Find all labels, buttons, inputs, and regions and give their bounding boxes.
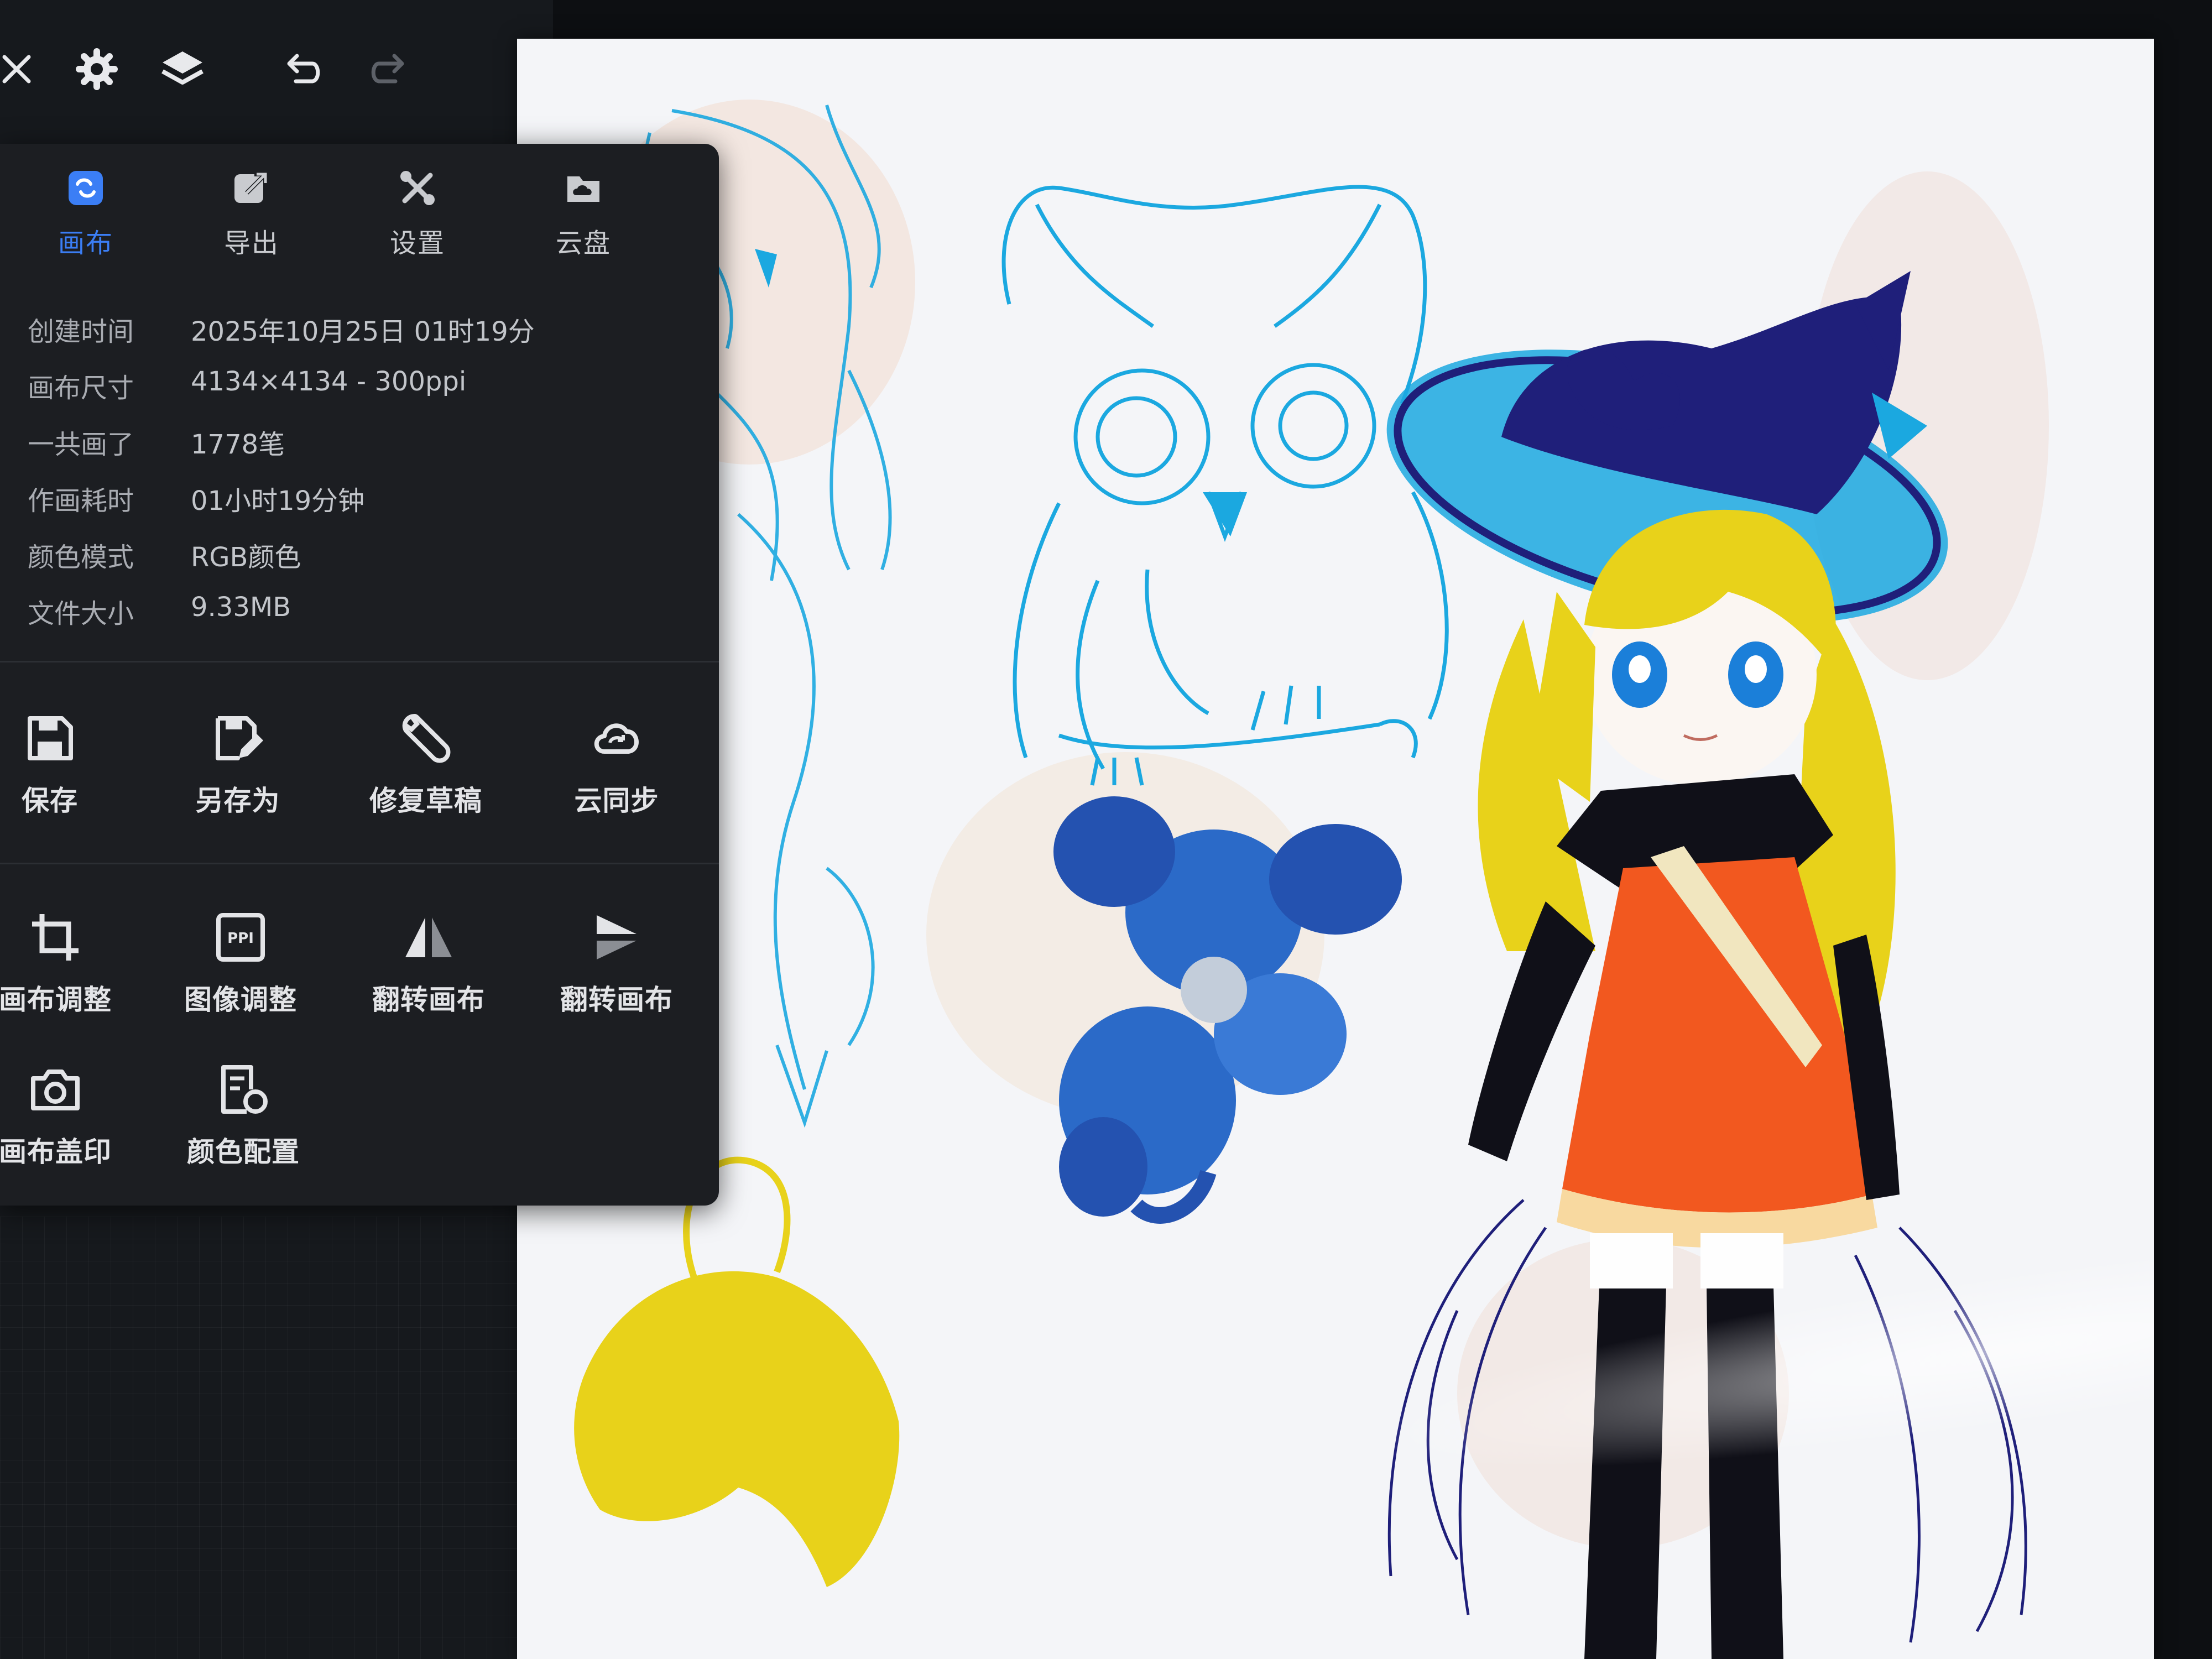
owl-sketch bbox=[1001, 185, 1449, 786]
info-value: RGB颜色 bbox=[191, 542, 301, 573]
info-value: 9.33MB bbox=[191, 592, 291, 623]
info-value: 2025年10月25日 01时19分 bbox=[191, 316, 535, 347]
action-label: 颜色配置 bbox=[187, 1136, 300, 1168]
gear-icon[interactable] bbox=[69, 41, 124, 97]
canvas-menu-panel: 画布 导出 设置 云盘 创建时间 2025年10月25日 01时19分 画布尺寸… bbox=[0, 144, 719, 1206]
info-value: 1778笔 bbox=[191, 429, 285, 460]
tab-label: 画布 bbox=[58, 228, 113, 259]
export-icon bbox=[229, 166, 274, 210]
info-key: 一共画了 bbox=[28, 429, 134, 460]
tab-canvas[interactable]: 画布 bbox=[19, 166, 152, 271]
camera-icon bbox=[25, 1059, 86, 1120]
drawing-canvas[interactable] bbox=[517, 39, 2154, 1659]
action-label: 画布调整 bbox=[0, 984, 112, 1016]
layers-icon[interactable] bbox=[155, 41, 210, 97]
canvas-icon bbox=[64, 166, 108, 210]
tab-export[interactable]: 导出 bbox=[185, 166, 318, 271]
info-row-canvas-size: 画布尺寸 4134×4134 - 300ppi bbox=[28, 366, 466, 410]
save-button[interactable]: 保存 bbox=[0, 708, 133, 830]
flip-canvas-vertical-button[interactable]: 翻转画布 bbox=[534, 907, 700, 1029]
divider bbox=[0, 661, 719, 662]
action-label: 保存 bbox=[22, 785, 78, 817]
info-row-stroke-count: 一共画了 1778笔 bbox=[28, 422, 285, 467]
info-row-drawing-time: 作画耗时 01小时19分钟 bbox=[28, 479, 364, 523]
tab-label: 导出 bbox=[223, 228, 279, 259]
action-label: 图像调整 bbox=[184, 984, 297, 1016]
info-value: 4134×4134 - 300ppi bbox=[191, 366, 467, 397]
action-label: 翻转画布 bbox=[560, 984, 673, 1016]
flip-horizontal-icon bbox=[398, 907, 459, 968]
cloud-sync-icon bbox=[586, 708, 647, 769]
flip-vertical-icon bbox=[586, 907, 647, 968]
ppi-icon: PPI bbox=[210, 907, 271, 968]
wrench-icon bbox=[395, 708, 456, 769]
tab-label: 云盘 bbox=[555, 228, 611, 259]
action-label: 画布盖印 bbox=[0, 1136, 112, 1168]
info-key: 创建时间 bbox=[28, 316, 134, 347]
svg-text:PPI: PPI bbox=[227, 930, 254, 947]
save-icon bbox=[19, 708, 80, 769]
close-icon[interactable] bbox=[0, 41, 44, 97]
repair-draft-button[interactable]: 修复草稿 bbox=[343, 708, 509, 830]
action-label: 修复草稿 bbox=[369, 785, 482, 817]
undo-icon[interactable] bbox=[274, 41, 329, 97]
color-config-icon bbox=[213, 1059, 274, 1120]
info-row-file-size: 文件大小 9.33MB bbox=[28, 592, 291, 636]
canvas-adjust-button[interactable]: 画布调整 bbox=[0, 907, 138, 1029]
flip-canvas-horizontal-button[interactable]: 翻转画布 bbox=[346, 907, 512, 1029]
divider bbox=[0, 863, 719, 864]
cloud-sync-button[interactable]: 云同步 bbox=[534, 708, 700, 830]
info-key: 颜色模式 bbox=[28, 542, 134, 573]
action-label: 云同步 bbox=[574, 785, 659, 817]
save-as-button[interactable]: 另存为 bbox=[155, 708, 321, 830]
info-key: 作画耗时 bbox=[28, 486, 134, 517]
action-label: 另存为 bbox=[195, 785, 280, 817]
tab-label: 设置 bbox=[389, 228, 445, 259]
save-as-icon bbox=[207, 708, 268, 769]
tools-icon bbox=[395, 166, 440, 210]
action-label: 翻转画布 bbox=[372, 984, 485, 1016]
background-grid bbox=[0, 1217, 531, 1659]
tab-settings[interactable]: 设置 bbox=[351, 166, 484, 271]
canvas-stamp-button[interactable]: 画布盖印 bbox=[0, 1059, 138, 1181]
info-key: 文件大小 bbox=[28, 598, 134, 629]
color-config-button[interactable]: 颜色配置 bbox=[160, 1059, 326, 1181]
image-adjust-button[interactable]: PPI 图像调整 bbox=[158, 907, 324, 1029]
crop-icon bbox=[25, 907, 86, 968]
info-value: 01小时19分钟 bbox=[191, 486, 365, 517]
info-row-created-time: 创建时间 2025年10月25日 01时19分 bbox=[28, 310, 535, 354]
yellow-hair-sketch bbox=[574, 1156, 900, 1587]
tab-cloud-drive[interactable]: 云盘 bbox=[517, 166, 650, 271]
redo-icon[interactable] bbox=[362, 41, 418, 97]
info-key: 画布尺寸 bbox=[28, 373, 134, 404]
info-row-color-mode: 颜色模式 RGB颜色 bbox=[28, 535, 301, 580]
cloud-drive-icon bbox=[561, 166, 606, 210]
